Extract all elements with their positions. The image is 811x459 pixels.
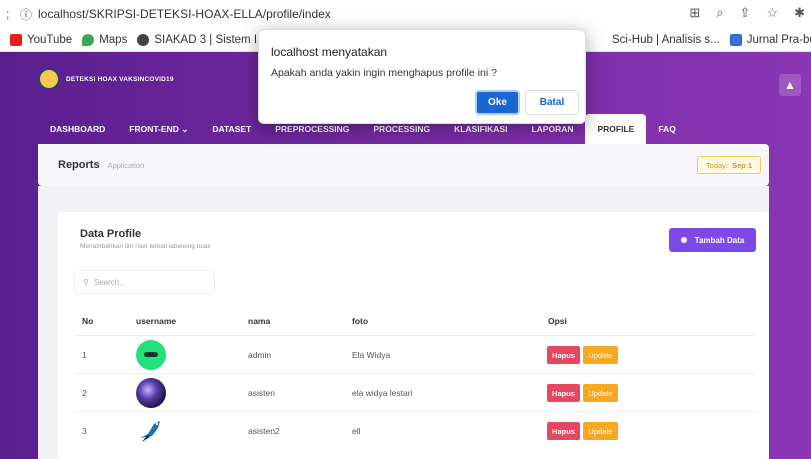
update-button[interactable]: Update [583,422,618,440]
reports-title: Reports [58,159,100,171]
extension-icon[interactable]: ✱ [794,5,805,21]
bookmark-youtube[interactable]: YouTube [10,33,72,46]
update-button[interactable]: Update [583,384,618,402]
search-icon: ⚲ [83,277,89,287]
dialog-message: Apakah anda yakin ingin menghapus profil… [271,67,497,79]
nav-dataset[interactable]: DATASET [200,114,263,144]
siakad-icon [137,33,150,46]
dialog-title: localhost menyatakan [271,45,388,59]
reports-bar: Reports Application Today: Sep 1 [38,144,769,186]
bird-icon [140,421,160,442]
tab-edge-fragment: ; [6,7,10,21]
table-row: 2 asisten ela widya lestari Hapus Update [74,373,757,411]
nav-profile[interactable]: PROFILE [585,114,647,144]
info-icon[interactable]: ⓘ [20,6,32,23]
bookmark-maps[interactable]: Maps [82,33,127,46]
add-data-button[interactable]: Tambah Data [669,228,756,252]
brand-name: DETEKSI HOAX VAKSINCOVID19 [66,76,174,83]
col-username: username [136,316,177,326]
col-opsi: Opsi [548,316,567,326]
avatar [136,340,166,370]
card-subtitle: Menambahkan tim riset terkait labeleing … [80,243,211,250]
bookmark-siakad[interactable]: SIAKAD 3 | Sistem I... [137,33,267,46]
logo-icon [38,68,60,90]
user-icon: ▲ [784,78,796,92]
avatar [136,378,166,408]
delete-button[interactable]: Hapus [547,384,580,402]
table-row: 1 admin Ela Widya Hapus Update [74,335,757,373]
card-title: Data Profile [80,228,142,240]
col-no: No [82,316,94,326]
nav-front-end[interactable]: FRONT-END ⌄ [117,114,200,144]
browser-actions: ⊞ ⌕ ⇪ ☆ ✱ [689,5,805,21]
share-icon[interactable]: ⇪ [740,5,751,21]
nav-dashboard[interactable]: DASHBOARD [38,114,117,144]
url-field[interactable]: localhost/SKRIPSI-DETEKSI-HOAX-ELLA/prof… [38,7,331,21]
translate-icon[interactable]: ⊞ [689,5,700,21]
col-nama: nama [248,316,271,326]
update-button[interactable]: Update [583,346,618,364]
address-bar: ; ⓘ localhost/SKRIPSI-DETEKSI-HOAX-ELLA/… [0,0,811,28]
today-badge: Today: Sep 1 [696,156,761,174]
zoom-icon[interactable]: ⌕ [716,5,723,21]
reports-subtitle: Application [107,160,145,170]
nav-faq[interactable]: FAQ [646,114,687,144]
user-menu-button[interactable]: ▲ [779,74,801,96]
plus-icon [680,237,687,243]
table-row: 3 asisten2 ell Hapus Update [74,411,757,449]
jurnal-icon [729,33,742,46]
delete-button[interactable]: Hapus [547,346,580,364]
youtube-icon [10,33,22,46]
search-input[interactable]: ⚲ Search... [74,270,215,294]
cancel-button[interactable]: Batal [525,90,579,115]
chevron-down-icon: ⌄ [181,124,189,134]
avatar [136,416,166,446]
col-foto: foto [352,316,369,326]
bookmark-jurnal[interactable]: Jurnal Pra-bukti [729,33,811,46]
delete-button[interactable]: Hapus [547,422,580,440]
confirm-dialog: localhost menyatakan Apakah anda yakin i… [258,29,586,124]
profile-card: Data Profile Menambahkan tim riset terka… [58,212,769,459]
green-face-icon [144,352,158,357]
map-pin-icon [82,33,95,46]
bookmark-scihub[interactable]: Sci-Hub | Analisis s... [612,34,720,46]
star-icon[interactable]: ☆ [766,5,778,21]
ok-button[interactable]: Oke [475,90,520,115]
